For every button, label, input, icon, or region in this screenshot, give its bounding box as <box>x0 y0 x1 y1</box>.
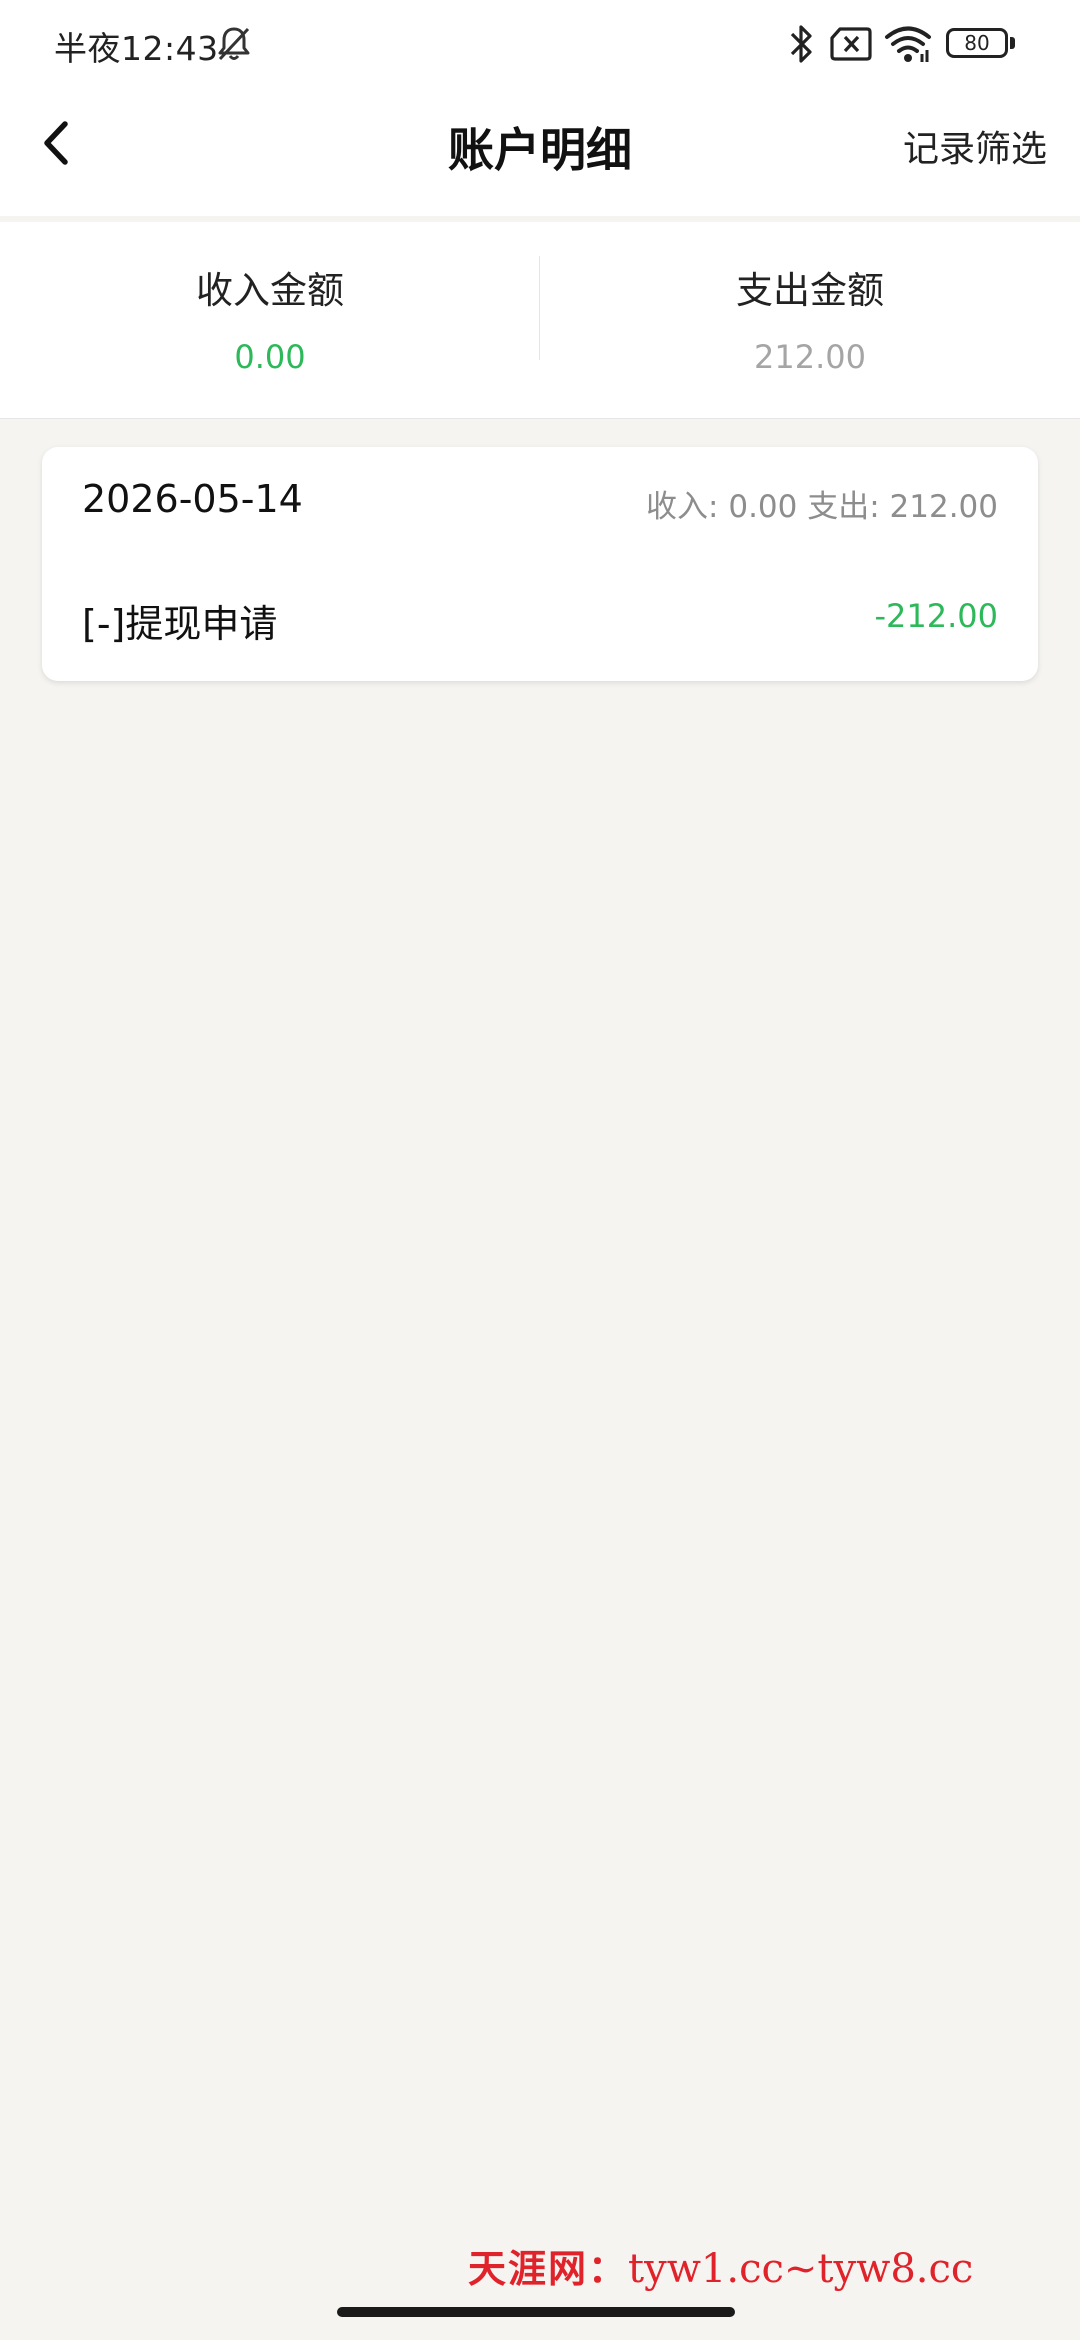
home-indicator[interactable] <box>337 2307 735 2317</box>
top-area: 半夜12:43 80 账户明细 记录筛选 <box>0 0 1080 216</box>
sim-off-icon <box>830 27 872 61</box>
watermark-url: tyw1.cc~tyw8.cc <box>628 2246 974 2292</box>
status-bar: 半夜12:43 80 <box>0 0 1080 90</box>
income-summary: 收入金额 0.00 <box>0 222 540 418</box>
record-item-amount: -212.00 <box>874 597 998 635</box>
record-filter-button[interactable]: 记录筛选 <box>903 120 1047 172</box>
record-day-card: 2026-05-14 收入: 0.00 支出: 212.00 [-]提现申请 -… <box>42 447 1038 681</box>
status-time: 半夜12:43 <box>54 29 219 68</box>
wifi-icon <box>885 26 931 62</box>
battery-icon: 80 <box>946 28 1008 58</box>
nav-bar: 账户明细 记录筛选 <box>0 90 1080 216</box>
record-item[interactable]: [-]提现申请 -212.00 <box>42 565 1038 681</box>
watermark-brand: 天涯网： <box>468 2246 629 2291</box>
record-item-title: [-]提现申请 <box>82 602 278 646</box>
expense-value: 212.00 <box>754 338 866 376</box>
watermark: 天涯网：tyw1.cc~tyw8.cc <box>468 2238 1080 2298</box>
expense-summary: 支出金额 212.00 <box>540 222 1080 418</box>
bluetooth-icon <box>790 25 812 63</box>
mute-bell-icon <box>218 27 250 61</box>
income-label: 收入金额 <box>196 269 344 312</box>
summary-panel: 收入金额 0.00 支出金额 212.00 <box>0 222 1080 419</box>
battery-tip <box>1010 37 1015 49</box>
battery-level: 80 <box>964 31 990 55</box>
record-daily-summary: 收入: 0.00 支出: 212.00 <box>646 489 998 525</box>
income-value: 0.00 <box>234 338 306 376</box>
record-date: 2026-05-14 <box>82 477 303 521</box>
expense-label: 支出金额 <box>736 269 884 312</box>
